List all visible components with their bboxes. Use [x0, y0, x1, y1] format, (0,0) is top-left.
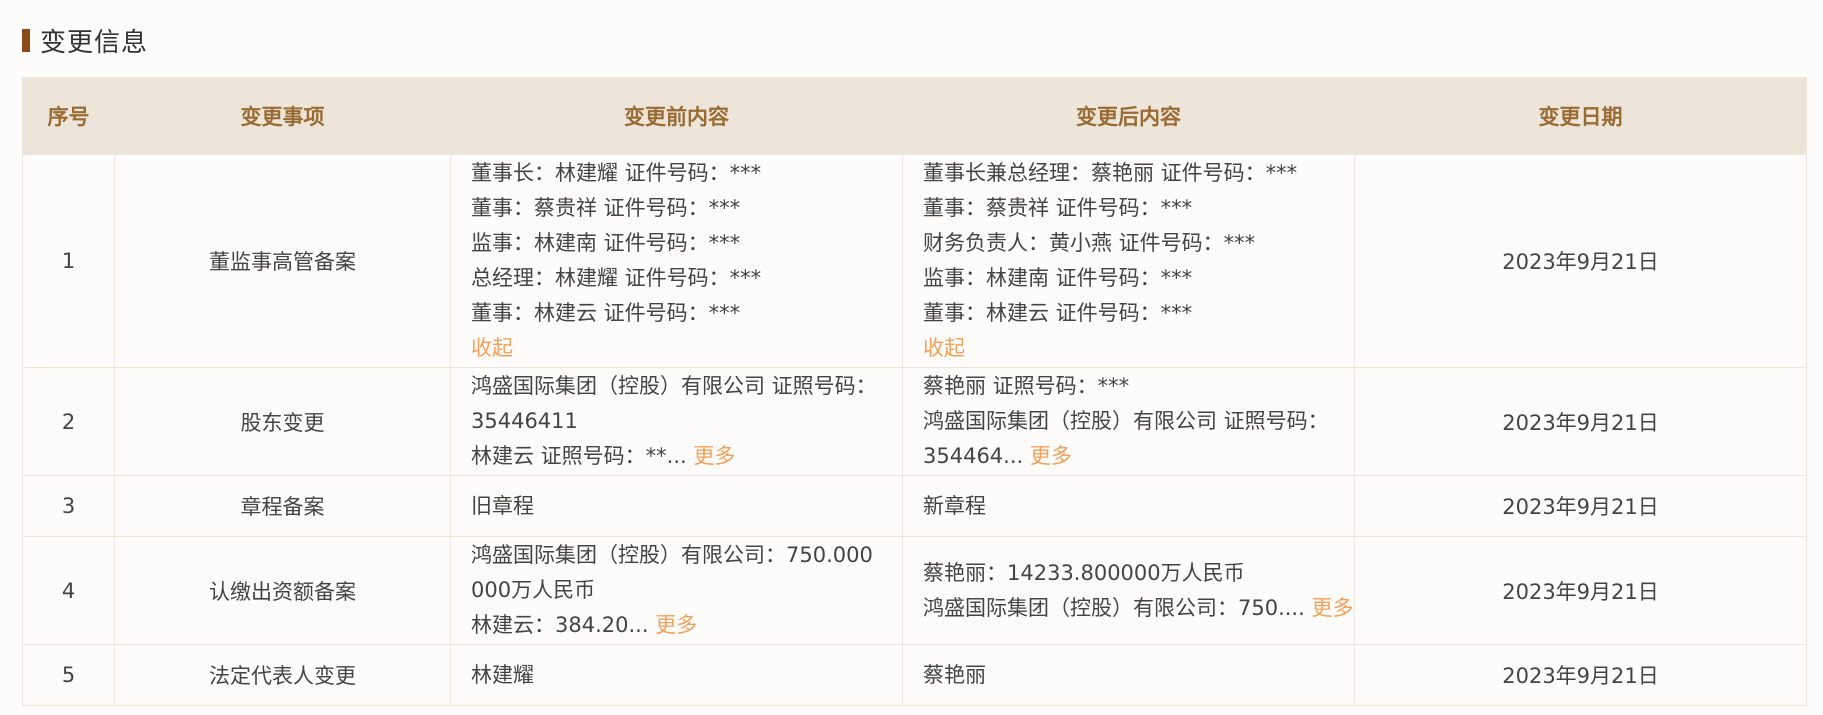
row-change-date: 2023年9月21日	[1354, 644, 1807, 706]
before-line: 董事：林建云 证件号码：***	[471, 301, 741, 325]
before-line: 林建云：384.20...	[471, 613, 649, 637]
row-change-date: 2023年9月21日	[1354, 475, 1807, 537]
before-line: 林建云 证照号码：**...	[471, 444, 687, 468]
header-index: 序号	[22, 77, 115, 155]
section-marker	[22, 28, 30, 52]
before-line: 鸿盛国际集团（控股）有限公司 证照号码：35446411	[471, 374, 877, 433]
after-line: 鸿盛国际集团（控股）有限公司 证照号码：354464...	[923, 409, 1329, 468]
row-after-content: 董事长兼总经理：蔡艳丽 证件号码：*** 董事：蔡贵祥 证件号码：*** 财务负…	[902, 154, 1355, 368]
row-index: 5	[22, 644, 115, 706]
after-line: 蔡艳丽 证照号码：***	[923, 374, 1130, 398]
table-row: 3 章程备案 旧章程 新章程 2023年9月21日	[22, 475, 1807, 537]
before-line: 董事长：林建耀 证件号码：***	[471, 161, 762, 185]
section-title: 变更信息	[40, 27, 149, 58]
row-change-item: 股东变更	[114, 367, 451, 476]
table-row: 4 认缴出资额备案 鸿盛国际集团（控股）有限公司：750.000000万人民币 …	[22, 536, 1807, 645]
row-index: 3	[22, 475, 115, 537]
row-change-date: 2023年9月21日	[1354, 536, 1807, 645]
row-before-content: 旧章程	[450, 475, 903, 537]
row-change-item: 章程备案	[114, 475, 451, 537]
row-after-content: 蔡艳丽：14233.800000万人民币 鸿盛国际集团（控股）有限公司：750.…	[902, 536, 1355, 645]
table-row: 5 法定代表人变更 林建耀 蔡艳丽 2023年9月21日	[22, 644, 1807, 706]
header-before-content: 变更前内容	[450, 77, 903, 155]
row-before-content: 鸿盛国际集团（控股）有限公司：750.000000万人民币 林建云：384.20…	[450, 536, 903, 645]
before-line: 总经理：林建耀 证件号码：***	[471, 266, 762, 290]
row-index: 2	[22, 367, 115, 476]
header-change-date: 变更日期	[1354, 77, 1807, 155]
before-line: 董事：蔡贵祥 证件号码：***	[471, 196, 741, 220]
header-after-content: 变更后内容	[902, 77, 1355, 155]
before-line-with-more: 林建云 证照号码：**... 更多	[471, 439, 882, 474]
row-change-item: 认缴出资额备案	[114, 536, 451, 645]
section-header: 变更信息	[22, 22, 148, 58]
after-line: 财务负责人：黄小燕 证件号码：***	[923, 231, 1256, 255]
table-header-row: 序号 变更事项 变更前内容 变更后内容 变更日期	[22, 77, 1807, 155]
after-line: 鸿盛国际集团（控股）有限公司：750....	[923, 595, 1305, 620]
row-after-content: 蔡艳丽 证照号码：*** 鸿盛国际集团（控股）有限公司 证照号码：354464.…	[902, 367, 1355, 476]
collapse-link[interactable]: 收起	[923, 331, 1334, 366]
row-change-date: 2023年9月21日	[1354, 154, 1807, 368]
after-line: 董事长兼总经理：蔡艳丽 证件号码：***	[923, 161, 1298, 185]
before-line: 旧章程	[471, 493, 534, 518]
row-after-content: 新章程	[902, 475, 1355, 537]
change-info-table: 序号 变更事项 变更前内容 变更后内容 变更日期 1 董监事高管备案 董事长：林…	[22, 77, 1807, 706]
collapse-link[interactable]: 收起	[471, 331, 882, 366]
after-line: 监事：林建南 证件号码：***	[923, 266, 1193, 290]
header-change-item: 变更事项	[114, 77, 451, 155]
before-line: 林建耀	[471, 662, 534, 687]
row-before-content: 林建耀	[450, 644, 903, 706]
after-line: 蔡艳丽	[923, 662, 986, 687]
before-line-with-more: 林建云：384.20... 更多	[471, 608, 882, 643]
after-line: 蔡艳丽：14233.800000万人民币	[923, 560, 1245, 585]
row-index: 4	[22, 536, 115, 645]
more-link[interactable]: 更多	[1030, 444, 1072, 468]
row-after-content: 蔡艳丽	[902, 644, 1355, 706]
row-before-content: 鸿盛国际集团（控股）有限公司 证照号码：35446411 林建云 证照号码：**…	[450, 367, 903, 476]
after-line-with-more: 鸿盛国际集团（控股）有限公司 证照号码：354464... 更多	[923, 404, 1334, 474]
row-change-date: 2023年9月21日	[1354, 367, 1807, 476]
table-row: 1 董监事高管备案 董事长：林建耀 证件号码：*** 董事：蔡贵祥 证件号码：*…	[22, 154, 1807, 368]
before-line: 鸿盛国际集团（控股）有限公司：750.000000万人民币	[471, 543, 873, 602]
more-link[interactable]: 更多	[655, 613, 697, 637]
after-line: 董事：林建云 证件号码：***	[923, 301, 1193, 325]
more-link[interactable]: 更多	[693, 444, 735, 468]
row-index: 1	[22, 154, 115, 368]
table-row: 2 股东变更 鸿盛国际集团（控股）有限公司 证照号码：35446411 林建云 …	[22, 367, 1807, 476]
after-line: 董事：蔡贵祥 证件号码：***	[923, 196, 1193, 220]
row-before-content: 董事长：林建耀 证件号码：*** 董事：蔡贵祥 证件号码：*** 监事：林建南 …	[450, 154, 903, 368]
row-change-item: 法定代表人变更	[114, 644, 451, 706]
more-link[interactable]: 更多	[1311, 596, 1353, 620]
before-line: 监事：林建南 证件号码：***	[471, 231, 741, 255]
after-line: 新章程	[923, 493, 986, 518]
after-line-with-more: 鸿盛国际集团（控股）有限公司：750.... 更多	[923, 591, 1353, 626]
row-change-item: 董监事高管备案	[114, 154, 451, 368]
